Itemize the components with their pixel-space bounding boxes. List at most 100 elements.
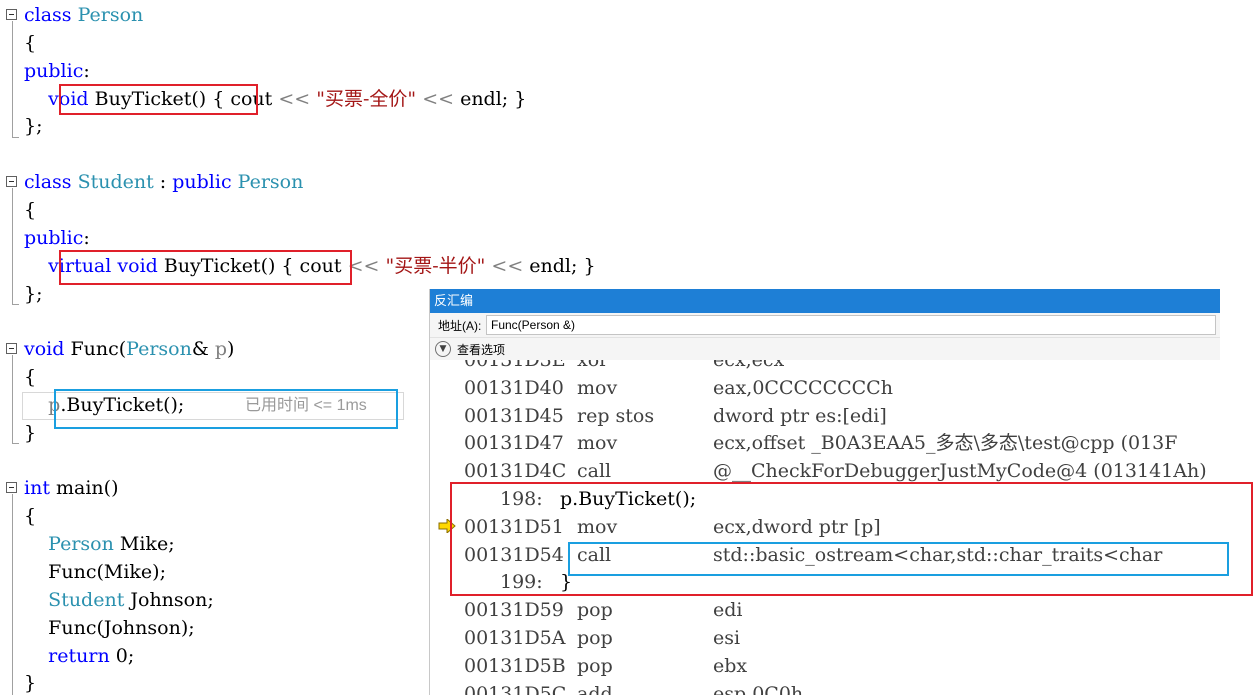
- asm-address: 00131D40: [464, 376, 564, 399]
- code-token: Func(: [64, 338, 127, 361]
- code-token: Func(Johnson);: [24, 616, 195, 639]
- outline-guide: [12, 21, 13, 138]
- asm-operands: ecx,ecx: [713, 360, 785, 371]
- code-token: {: [24, 198, 37, 221]
- code-token: ): [226, 338, 235, 361]
- code-token: :: [83, 226, 90, 249]
- code-token: <<: [278, 87, 311, 110]
- code-token: return: [48, 644, 110, 667]
- code-token: p: [214, 338, 227, 361]
- asm-mnemonic: call: [577, 460, 612, 483]
- asm-mnemonic: xor: [577, 360, 609, 371]
- collapse-func-icon[interactable]: [6, 343, 17, 354]
- code-token: Person: [237, 171, 304, 194]
- code-token: "买票-半价": [385, 254, 486, 277]
- code-token: {: [24, 366, 37, 389]
- code-line[interactable]: Student Johnson;: [24, 586, 214, 614]
- code-token: "买票-全价": [316, 87, 417, 110]
- code-line[interactable]: {: [24, 196, 36, 224]
- code-line[interactable]: Func(Johnson);: [24, 614, 195, 642]
- asm-operands: eax,0CCCCCCCCh: [713, 376, 893, 399]
- call-sequence-highlight: [450, 482, 1253, 596]
- asm-mnemonic: mov: [577, 376, 618, 399]
- view-options-bar[interactable]: ▼ 查看选项: [430, 338, 1220, 360]
- code-token: Person: [126, 338, 192, 361]
- code-line[interactable]: return 0;: [24, 642, 134, 670]
- outline-guide: [12, 355, 13, 444]
- asm-mnemonic: pop: [577, 627, 613, 649]
- code-token: main(): [49, 477, 119, 500]
- asm-address: 00131D5B: [464, 654, 566, 677]
- code-line[interactable]: }: [24, 669, 36, 697]
- asm-row[interactable]: 00131D47 mov ecx,offset _B0A3EAA5_多态\多态\te…: [430, 429, 1220, 457]
- collapse-main-icon[interactable]: [6, 482, 17, 493]
- code-token: };: [24, 282, 43, 305]
- code-line[interactable]: Person Mike;: [24, 530, 175, 558]
- code-line[interactable]: };: [24, 280, 43, 308]
- code-token: int: [24, 477, 50, 500]
- code-line[interactable]: int main(): [24, 474, 118, 502]
- asm-address: 00131D45: [464, 404, 564, 427]
- asm-row[interactable]: 00131D4C call @__CheckForDebuggerJustMyCod…: [430, 457, 1220, 485]
- address-bar: 地址(A): Func(Person &): [430, 313, 1220, 338]
- code-token: };: [24, 115, 43, 138]
- code-token: Student: [77, 171, 154, 194]
- chevron-down-icon[interactable]: ▼: [435, 341, 451, 357]
- outline-guide-end: [12, 304, 19, 305]
- collapse-class-student-icon[interactable]: [6, 176, 17, 187]
- code-token: :: [83, 59, 90, 82]
- asm-address: 00131D5A: [464, 627, 566, 649]
- code-token: class: [24, 4, 72, 26]
- asm-address: 00131D47: [464, 432, 564, 455]
- code-token: Func(Mike);: [24, 561, 166, 583]
- code-line[interactable]: public:: [24, 224, 90, 252]
- student-buyticket-highlight: [59, 250, 352, 285]
- code-line[interactable]: {: [24, 502, 36, 530]
- collapse-class-person-icon[interactable]: [6, 9, 17, 20]
- code-token: class: [24, 171, 72, 194]
- view-options-label[interactable]: 查看选项: [457, 341, 505, 358]
- asm-address: 00131D59: [464, 599, 564, 622]
- code-line[interactable]: class Person: [24, 1, 143, 29]
- asm-operands: ebx: [713, 654, 748, 677]
- code-token: void: [24, 338, 65, 361]
- code-line[interactable]: class Student : public Person: [24, 168, 303, 196]
- asm-row[interactable]: 00131D5B pop ebx: [430, 652, 1220, 680]
- code-token: }: [24, 421, 37, 444]
- asm-row[interactable]: 00131D5A pop esi: [430, 624, 1220, 652]
- code-token: {: [24, 505, 37, 528]
- asm-row[interactable]: 00131D3E xor ecx,ecx: [430, 360, 1220, 374]
- code-line[interactable]: };: [24, 112, 43, 140]
- code-line[interactable]: void Func(Person& p): [24, 335, 234, 363]
- asm-row[interactable]: 00131D59 pop edi: [430, 596, 1220, 624]
- asm-row[interactable]: 00131D5C add esp,0C0h: [430, 680, 1220, 695]
- code-token: <<: [347, 254, 380, 277]
- code-token: :: [153, 171, 173, 194]
- code-line[interactable]: Func(Mike);: [24, 558, 166, 586]
- address-input[interactable]: Func(Person &): [486, 315, 1216, 335]
- asm-mnemonic: rep stos: [577, 404, 655, 427]
- code-line[interactable]: public:: [24, 57, 90, 85]
- code-token: public: [172, 171, 232, 194]
- code-token: <<: [422, 87, 455, 110]
- code-token: Person: [48, 533, 114, 556]
- code-token: public: [24, 226, 84, 249]
- asm-mnemonic: add: [577, 682, 613, 695]
- code-line[interactable]: {: [24, 29, 36, 57]
- code-token: Mike;: [113, 533, 175, 556]
- code-token: }: [24, 672, 37, 695]
- code-token: &: [191, 338, 215, 361]
- code-token: endl; }: [454, 87, 527, 110]
- asm-row[interactable]: 00131D40 mov eax,0CCCCCCCCh: [430, 374, 1220, 402]
- code-line[interactable]: }: [24, 419, 36, 447]
- asm-operands: ecx,offset _B0A3EAA5_多态\多态\test@cpp (013…: [713, 432, 1178, 455]
- asm-operands: esi: [713, 627, 741, 649]
- outline-guide: [12, 188, 13, 305]
- code-line[interactable]: {: [24, 363, 36, 391]
- asm-row[interactable]: 00131D45 rep stos dword ptr es:[edi]: [430, 402, 1220, 430]
- asm-operands: @__CheckForDebuggerJustMyCode@4 (013141A…: [713, 460, 1207, 483]
- outline-guide-end: [12, 443, 19, 444]
